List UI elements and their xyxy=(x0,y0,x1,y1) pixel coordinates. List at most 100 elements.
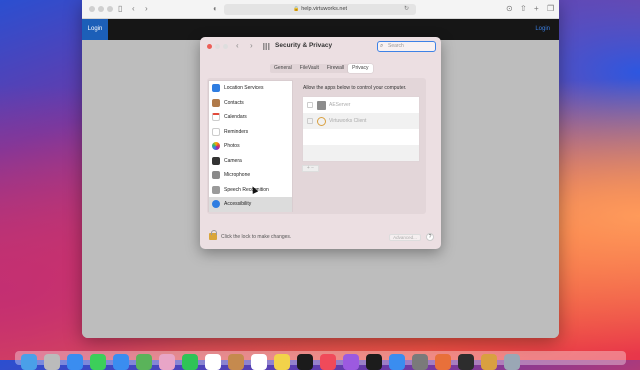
app-name: Virtuworks Client xyxy=(329,118,367,124)
calendar-dock-icon[interactable] xyxy=(205,354,221,370)
app-row-aeserver[interactable]: AEServer xyxy=(303,97,419,113)
lock-area[interactable]: Click the lock to make changes. xyxy=(209,230,292,240)
show-all-grid-icon[interactable] xyxy=(263,43,270,50)
category-label: Speech Recognition xyxy=(224,186,269,193)
stocks-icon[interactable] xyxy=(366,354,382,370)
new-tab-icon[interactable]: + xyxy=(534,4,539,14)
browser-toolbar: ▯ ‹ › ◐ 🔒 help.virtuworks.net ↻ ⊙ ⇧ + ❐ xyxy=(82,0,559,19)
system-preferences-icon[interactable] xyxy=(412,354,428,370)
category-label: Photos xyxy=(224,143,240,150)
app-row-virtuworks-client[interactable]: Virtuworks Client xyxy=(303,113,419,129)
advanced-button[interactable]: Advanced... xyxy=(389,234,421,241)
tab-bar: General FileVault Firewall Privacy xyxy=(270,64,373,73)
chevron-right-icon[interactable]: › xyxy=(145,4,148,14)
close-button[interactable] xyxy=(207,44,212,49)
url-text: help.virtuworks.net xyxy=(301,6,348,12)
music-icon[interactable] xyxy=(320,354,336,370)
facetime-icon[interactable] xyxy=(182,354,198,370)
category-microphone[interactable]: Microphone xyxy=(209,168,292,183)
tab-filevault[interactable]: FileVault xyxy=(296,64,323,73)
tab-general[interactable]: General xyxy=(270,64,296,73)
accessibility-description: Allow the apps below to control your com… xyxy=(303,85,407,91)
minimize-button[interactable] xyxy=(98,6,104,12)
podcasts-icon[interactable] xyxy=(343,354,359,370)
close-button[interactable] xyxy=(89,6,95,12)
location-icon xyxy=(212,84,220,93)
app-row-empty xyxy=(303,129,419,145)
login-link-right[interactable]: Login xyxy=(535,19,550,40)
speech-icon xyxy=(212,185,220,194)
category-label: Reminders xyxy=(224,128,249,135)
category-photos[interactable]: Photos xyxy=(209,139,292,154)
app-name: AEServer xyxy=(329,102,351,108)
download-icon[interactable]: ⊙ xyxy=(506,4,513,14)
reminders-dock-icon[interactable] xyxy=(251,354,267,370)
messages-icon[interactable] xyxy=(90,354,106,370)
help-button[interactable]: ? xyxy=(426,233,434,241)
app-list: AEServer Virtuworks Client xyxy=(302,96,420,162)
lock-icon: 🔒 xyxy=(292,6,300,12)
share-icon[interactable]: ⇧ xyxy=(520,4,527,14)
chevron-left-icon[interactable]: ‹ xyxy=(132,4,135,14)
address-bar[interactable]: 🔒 help.virtuworks.net xyxy=(224,4,416,15)
photos-icon xyxy=(212,142,220,151)
maps-icon[interactable] xyxy=(136,354,152,370)
forward-chevron-icon[interactable]: › xyxy=(250,41,253,50)
category-location-services[interactable]: Location Services xyxy=(209,81,292,96)
category-label: Camera xyxy=(224,157,242,164)
mail-icon[interactable] xyxy=(113,354,129,370)
add-remove-buttons[interactable]: + − xyxy=(302,165,319,172)
category-accessibility[interactable]: Accessibility xyxy=(209,197,292,212)
accessibility-icon xyxy=(212,200,220,209)
login-button-left[interactable]: Login xyxy=(82,19,108,40)
category-label: Accessibility xyxy=(224,201,252,208)
search-input[interactable]: ⌕ Search xyxy=(377,41,436,52)
tab-firewall[interactable]: Firewall xyxy=(323,64,348,73)
launchpad-icon[interactable] xyxy=(44,354,60,370)
app-store-icon[interactable] xyxy=(389,354,405,370)
minimize-button[interactable] xyxy=(215,44,220,49)
tv-icon[interactable] xyxy=(297,354,313,370)
tab-overview-icon[interactable]: ❐ xyxy=(547,4,554,14)
tab-privacy[interactable]: Privacy xyxy=(348,64,373,73)
reload-icon[interactable]: ↻ xyxy=(404,4,409,14)
contacts-dock-icon[interactable] xyxy=(228,354,244,370)
category-calendars[interactable]: Calendars xyxy=(209,110,292,125)
sidebar-icon[interactable]: ▯ xyxy=(118,4,122,14)
privacy-icon[interactable]: ◐ xyxy=(213,4,218,14)
calendar-icon xyxy=(212,113,220,122)
swift-icon[interactable] xyxy=(435,354,451,370)
reminders-icon xyxy=(212,127,220,136)
search-icon: ⌕ xyxy=(380,43,384,49)
search-placeholder: Search xyxy=(388,43,404,49)
photos-dock-icon[interactable] xyxy=(159,354,175,370)
category-label: Contacts xyxy=(224,99,244,106)
notes-icon[interactable] xyxy=(274,354,290,370)
aeserver-icon xyxy=(317,100,326,110)
category-contacts[interactable]: Contacts xyxy=(209,96,292,111)
category-label: Calendars xyxy=(224,114,247,121)
virtuworks-icon xyxy=(317,116,326,126)
camera-icon xyxy=(212,156,220,165)
contacts-icon xyxy=(212,98,220,107)
terminal-icon[interactable] xyxy=(458,354,474,370)
safari-icon[interactable] xyxy=(67,354,83,370)
app-checkbox[interactable] xyxy=(307,102,313,108)
microphone-icon xyxy=(212,171,220,180)
zoom-button[interactable] xyxy=(107,6,113,12)
finder-icon[interactable] xyxy=(21,354,37,370)
category-label: Location Services xyxy=(224,85,264,92)
category-camera[interactable]: Camera xyxy=(209,154,292,169)
category-reminders[interactable]: Reminders xyxy=(209,125,292,140)
back-chevron-icon[interactable]: ‹ xyxy=(236,41,239,50)
padlock-icon[interactable] xyxy=(209,230,217,240)
lock-text: Click the lock to make changes. xyxy=(221,233,292,240)
app-row-empty xyxy=(303,145,419,161)
category-label: Microphone xyxy=(224,172,251,179)
virtuworks-dock-icon[interactable] xyxy=(481,354,497,370)
app-checkbox[interactable] xyxy=(307,118,313,124)
zoom-button[interactable] xyxy=(223,44,228,49)
dock xyxy=(15,351,626,370)
window-titlebar: ‹ › Security & Privacy ⌕ Search xyxy=(200,37,441,57)
trash-icon[interactable] xyxy=(504,354,520,370)
